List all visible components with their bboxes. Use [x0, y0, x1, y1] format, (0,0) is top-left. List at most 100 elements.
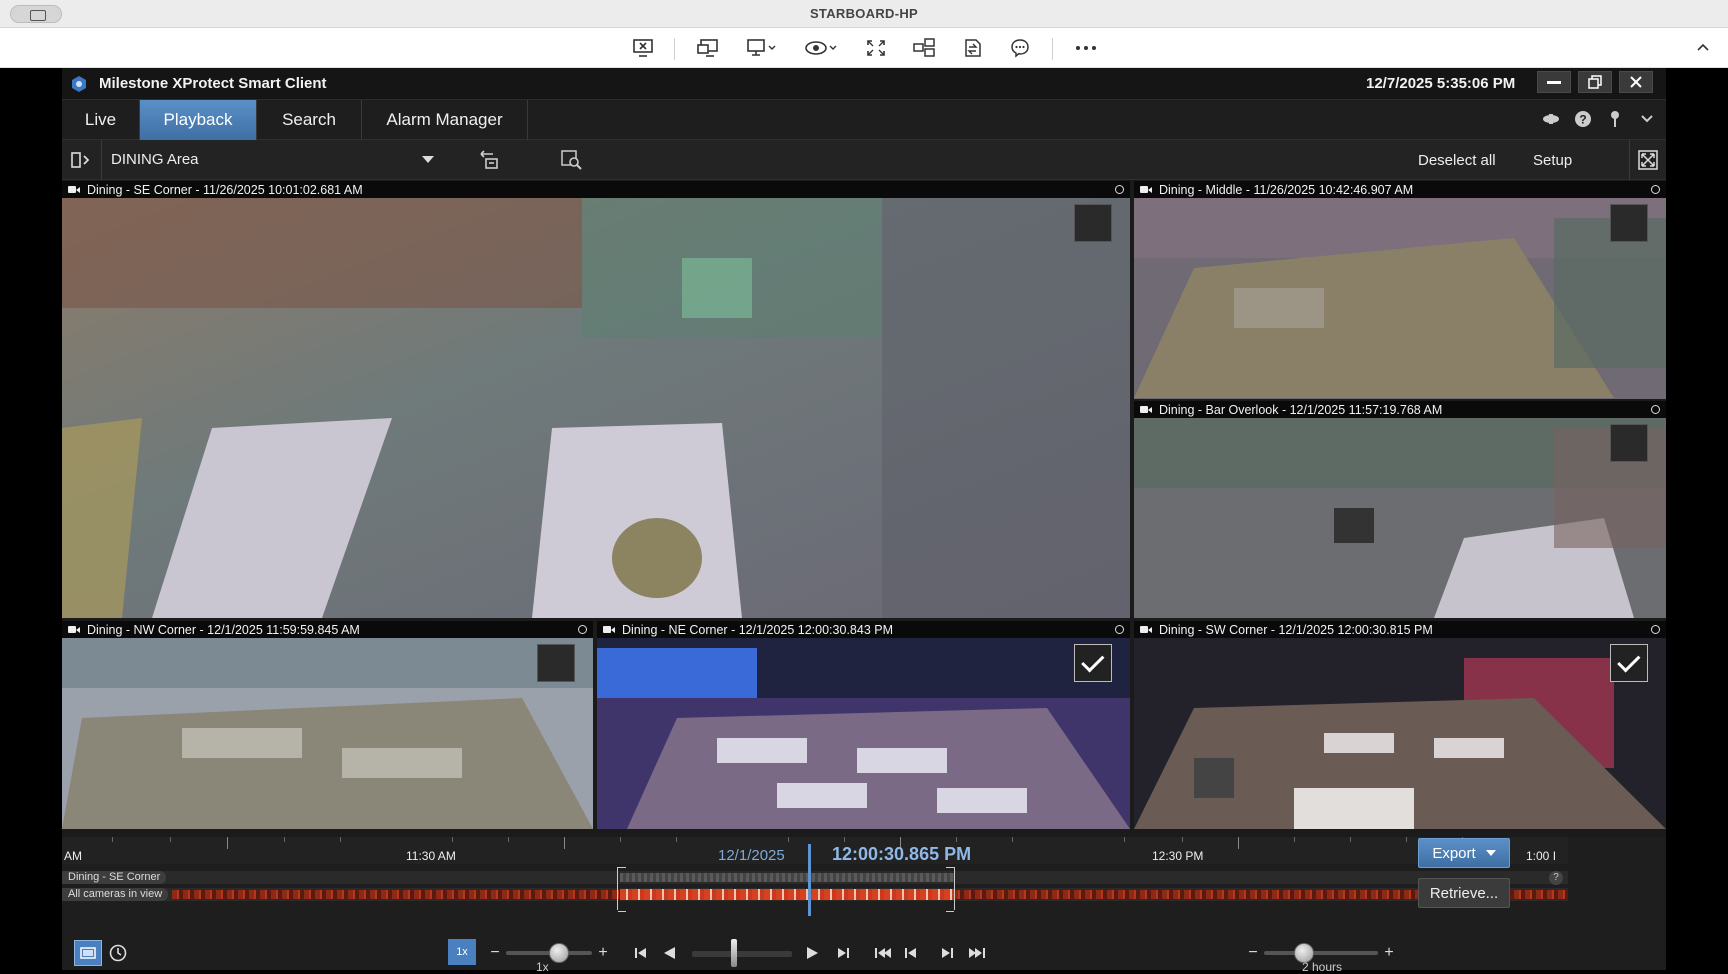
maximize-view-icon[interactable] [1629, 140, 1666, 180]
timespan-value: 2 hours [1302, 960, 1343, 974]
svg-text:?: ? [1579, 113, 1586, 127]
camera-feed-image [1134, 418, 1666, 618]
select-checkbox[interactable] [1074, 644, 1112, 682]
collapse-toolbar-icon[interactable] [1694, 36, 1712, 60]
camera-feed-image [1134, 638, 1666, 829]
tab-playback[interactable]: Playback [140, 100, 257, 140]
app-titlebar: Milestone XProtect Smart Client 12/7/202… [62, 68, 1666, 100]
camera-title: Dining - SW Corner - 12/1/2025 12:00:30.… [1159, 622, 1433, 637]
step-back-icon[interactable] [632, 942, 650, 964]
camera-tile-se-corner[interactable]: Dining - SE Corner - 11/26/2025 10:01:02… [62, 181, 1130, 618]
camera-feed-image [597, 638, 1130, 829]
zoom-out-icon[interactable]: − [1246, 942, 1260, 964]
status-dot-icon [1115, 185, 1124, 194]
timeline-label: 12:30 PM [1152, 849, 1204, 863]
previous-sequence-icon[interactable] [872, 942, 894, 964]
help-icon[interactable]: ? [1572, 108, 1594, 130]
camera-title: Dining - NW Corner - 12/1/2025 11:59:59.… [87, 622, 360, 637]
playhead[interactable] [808, 844, 811, 916]
select-checkbox[interactable] [1610, 204, 1648, 242]
camera-tile-bar-overlook[interactable]: Dining - Bar Overlook - 12/1/2025 11:57:… [1134, 401, 1666, 618]
camera-feed-image [62, 198, 1130, 618]
smart-client-window: Milestone XProtect Smart Client 12/7/202… [62, 68, 1666, 974]
previous-frame-icon[interactable] [902, 942, 920, 964]
zoom-in-icon[interactable]: + [1382, 942, 1396, 964]
status-dot-icon [1651, 405, 1660, 414]
chevron-down-icon[interactable] [1636, 108, 1658, 130]
restore-button[interactable] [1578, 71, 1612, 93]
remote-titlebar: STARBOARD-HP [0, 0, 1728, 28]
tab-search[interactable]: Search [257, 100, 362, 140]
select-checkbox[interactable] [1074, 204, 1112, 242]
speed-increase-icon[interactable]: + [596, 942, 610, 964]
timeline-view-icon[interactable] [74, 940, 102, 966]
remote-title: STARBOARD-HP [809, 6, 919, 21]
view-mode-icon[interactable] [804, 36, 840, 60]
main-tabs: Live Playback Search Alarm Manager ? [62, 100, 1666, 140]
camera-icon [68, 185, 80, 194]
retrieve-button[interactable]: Retrieve... [1418, 878, 1510, 908]
display-menu-icon[interactable] [746, 36, 780, 60]
status-dot-icon [1115, 625, 1124, 634]
server-status-icon[interactable] [1540, 108, 1562, 130]
select-checkbox[interactable] [537, 644, 575, 682]
pane-toggle-icon[interactable] [62, 140, 102, 180]
speed-badge[interactable]: 1x [448, 939, 476, 965]
status-dot-icon [1651, 185, 1660, 194]
minimize-button[interactable] [1537, 71, 1571, 93]
remote-control-icon[interactable] [696, 36, 720, 60]
tab-alarm-manager[interactable]: Alarm Manager [362, 100, 528, 140]
timeline-date: 12/1/2025 [718, 847, 785, 864]
camera-title: Dining - Middle - 11/26/2025 10:42:46.90… [1159, 182, 1414, 197]
camera-tile-ne-corner[interactable]: Dining - NE Corner - 12/1/2025 12:00:30.… [597, 621, 1130, 829]
play-forward-icon[interactable] [804, 942, 822, 964]
status-dot-icon [1651, 625, 1660, 634]
camera-icon [603, 625, 615, 634]
timeline-label: 1:00 I [1526, 849, 1557, 863]
step-forward-icon[interactable] [834, 942, 852, 964]
next-frame-icon[interactable] [938, 942, 956, 964]
speed-value: 1x [536, 960, 549, 974]
next-sequence-icon[interactable] [966, 942, 988, 964]
setup-button[interactable]: Setup [1533, 152, 1572, 169]
tab-live[interactable]: Live [62, 100, 140, 140]
deselect-all-button[interactable]: Deselect all [1418, 152, 1496, 169]
camera-feed-image [62, 638, 593, 829]
selection-bracket[interactable] [617, 867, 955, 912]
view-selector[interactable]: DINING Area [111, 151, 199, 168]
disconnect-icon[interactable] [632, 36, 654, 60]
time-ruler[interactable]: AM 11:30 AM 12/1/2025 12:00:30.865 PM 12… [62, 837, 1568, 864]
chat-icon[interactable] [1008, 36, 1032, 60]
pin-icon[interactable] [1604, 108, 1626, 130]
camera-icon [1140, 625, 1152, 634]
camera-tile-nw-corner[interactable]: Dining - NW Corner - 12/1/2025 11:59:59.… [62, 621, 593, 829]
export-label: Export [1432, 844, 1476, 862]
speed-decrease-icon[interactable]: − [488, 942, 502, 964]
clock-icon[interactable] [106, 942, 130, 964]
transfer-icon[interactable] [960, 36, 984, 60]
multi-monitor-icon[interactable] [912, 36, 936, 60]
milestone-logo-icon [72, 76, 86, 92]
app-name: Milestone XProtect Smart Client [99, 75, 327, 92]
timespan-slider[interactable] [1264, 951, 1378, 955]
timeline-label: AM [64, 849, 82, 863]
fullscreen-icon[interactable] [864, 36, 888, 60]
view-dropdown-icon[interactable] [422, 156, 434, 163]
select-checkbox[interactable] [1610, 424, 1648, 462]
help-badge[interactable]: ? [1549, 871, 1563, 885]
jog-slider[interactable] [692, 951, 792, 957]
camera-tile-middle[interactable]: Dining - Middle - 11/26/2025 10:42:46.90… [1134, 181, 1666, 399]
sync-icon[interactable] [477, 149, 501, 171]
camera-tile-sw-corner[interactable]: Dining - SW Corner - 12/1/2025 12:00:30.… [1134, 621, 1666, 829]
speed-slider-knob[interactable] [549, 943, 569, 963]
jog-slider-knob[interactable] [731, 939, 737, 967]
playback-timeline: AM 11:30 AM 12/1/2025 12:00:30.865 PM 12… [62, 837, 1666, 974]
camera-icon [68, 625, 80, 634]
export-button[interactable]: Export [1418, 838, 1510, 868]
play-reverse-icon[interactable] [660, 942, 678, 964]
more-icon[interactable] [1074, 36, 1098, 60]
track-label: All cameras in view [62, 888, 169, 901]
search-view-icon[interactable] [560, 149, 584, 171]
close-button[interactable] [1619, 71, 1653, 93]
select-checkbox[interactable] [1610, 644, 1648, 682]
